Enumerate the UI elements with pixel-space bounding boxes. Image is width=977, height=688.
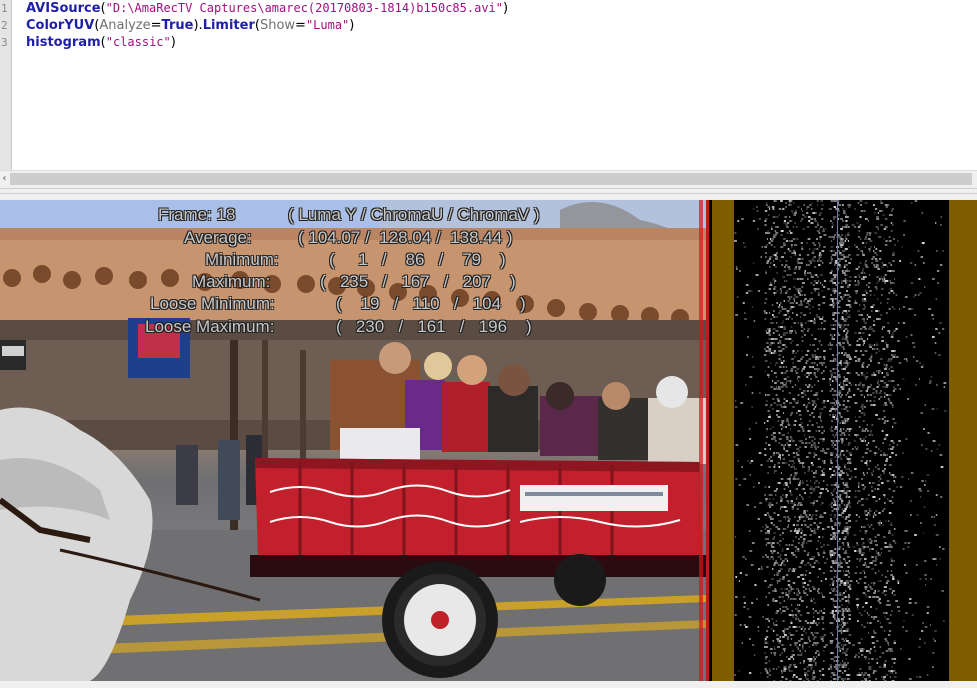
histogram-edge-line	[706, 200, 709, 681]
overlay-loose-minimum-label: Loose Minimum:	[150, 294, 275, 313]
overlay-maximum-values: ( 235 / 167 / 207 )	[320, 272, 516, 291]
overlay-loose-maximum-values: ( 230 / 161 / 196 )	[336, 317, 532, 336]
code-token: )	[170, 35, 176, 50]
histogram-invalid-range-right	[949, 200, 977, 681]
pane-splitter[interactable]	[0, 188, 977, 194]
code-token: =	[295, 18, 306, 33]
code-token: )	[349, 18, 355, 33]
code-token: Limiter	[202, 18, 255, 33]
horizontal-scrollbar[interactable]: ‹	[0, 170, 977, 187]
line-number-gutter: 1 2 3	[0, 0, 12, 170]
line-number: 1	[1, 2, 8, 15]
code-token: )	[503, 1, 509, 16]
histogram-waveform	[734, 200, 947, 681]
code-line-2[interactable]: ColorYUV(Analyze=True).Limiter(Show="Lum…	[26, 17, 354, 34]
code-token: histogram	[26, 35, 101, 50]
histogram-center-line	[837, 200, 838, 681]
code-token: Show	[259, 18, 296, 33]
code-token: AVISource	[26, 1, 101, 16]
code-token: ).	[193, 18, 203, 33]
code-token: Analyze	[99, 18, 151, 33]
overlay-header: ( Luma Y / ChromaU / ChromaV )	[288, 205, 540, 224]
overlay-minimum-values: ( 1 / 86 / 79 )	[329, 250, 506, 269]
overlay-minimum-label: Minimum:	[205, 250, 279, 269]
overlay-average-values: ( 104.07 / 128.04 / 138.44 )	[298, 228, 513, 247]
overlay-loose-maximum-label: Loose Maximum:	[145, 317, 275, 336]
line-number: 3	[1, 36, 8, 49]
fold-margin[interactable]	[12, 0, 24, 170]
overlay-maximum-label: Maximum:	[192, 272, 271, 291]
code-token: True	[161, 18, 194, 33]
video-preview-pane: Frame: 18 ( Luma Y / ChromaU / ChromaV )…	[0, 200, 977, 681]
overlay-loose-minimum-values: ( 19 / 110 / 104 )	[336, 294, 526, 313]
code-token: "classic"	[105, 35, 171, 49]
classic-histogram	[706, 200, 977, 681]
status-strip	[0, 681, 977, 688]
code-line-3[interactable]: histogram("classic")	[26, 34, 176, 51]
script-editor[interactable]: 1 2 3 AVISource("D:\AmaRecTV Captures\am…	[0, 0, 977, 170]
histogram-invalid-range-left	[712, 200, 734, 681]
code-token: "Luma"	[305, 18, 350, 32]
code-token: =	[150, 18, 162, 33]
overlay-average-label: Average:	[184, 228, 252, 247]
scrollbar-thumb[interactable]	[10, 173, 972, 185]
code-token: "D:\AmaRecTV Captures\amarec(20170803-18…	[105, 1, 503, 15]
code-line-1[interactable]: AVISource("D:\AmaRecTV Captures\amarec(2…	[26, 0, 508, 17]
overlay-frame-number: Frame: 18	[158, 205, 236, 224]
video-frame: Frame: 18 ( Luma Y / ChromaU / ChromaV )…	[0, 200, 706, 681]
scroll-left-arrow-icon[interactable]: ‹	[0, 171, 9, 187]
line-number: 2	[1, 19, 8, 32]
code-token: ColorYUV	[26, 18, 95, 33]
